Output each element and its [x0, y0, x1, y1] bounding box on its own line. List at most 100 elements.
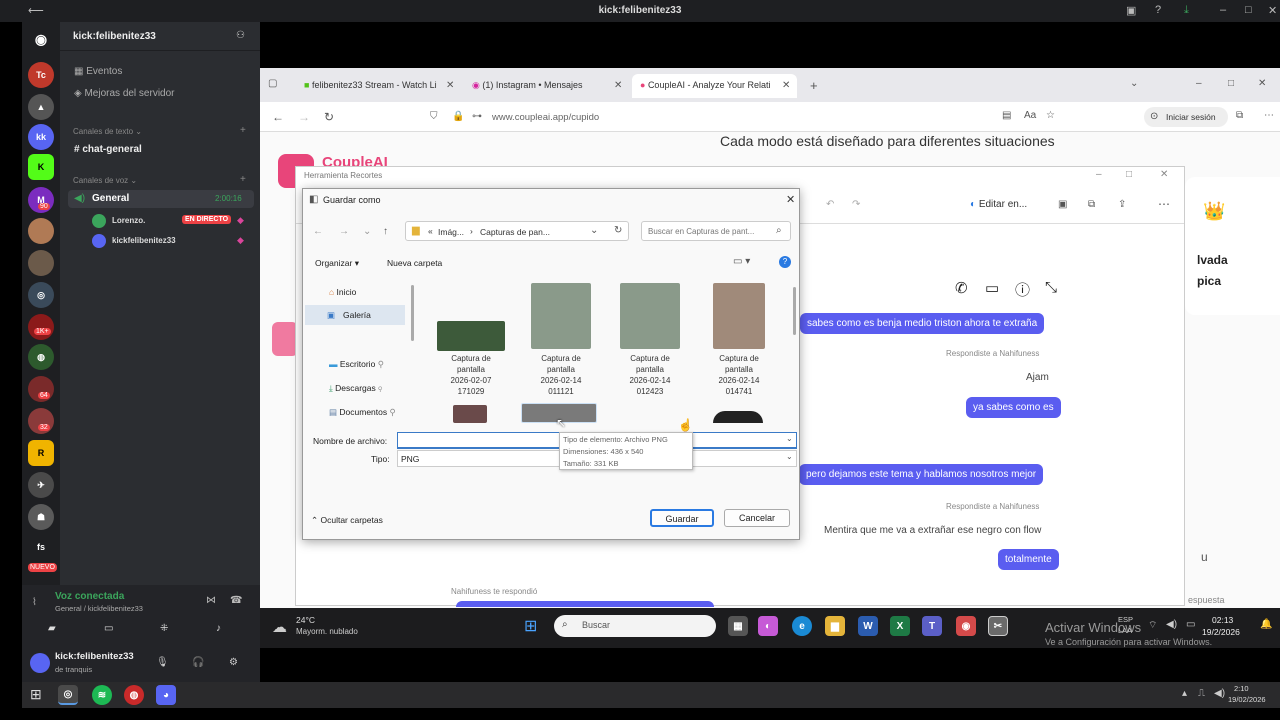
- word-icon[interactable]: W: [858, 616, 878, 636]
- kick-server-icon[interactable]: K: [28, 154, 54, 180]
- app-icon[interactable]: ◍: [124, 685, 144, 705]
- file-thumbnail[interactable]: [531, 283, 591, 349]
- events-item[interactable]: ▦ Eventos: [74, 66, 122, 77]
- maximize-icon[interactable]: □: [1126, 169, 1132, 180]
- breadcrumb-item[interactable]: Capturas de pan...: [480, 227, 550, 237]
- url-input[interactable]: www.coupleai.app/cupido: [492, 112, 599, 123]
- discord-home-icon[interactable]: ◉: [28, 26, 54, 52]
- weather-icon[interactable]: ☁: [272, 618, 287, 636]
- close-icon[interactable]: ✕: [1160, 169, 1168, 180]
- server-icon[interactable]: Tc: [28, 62, 54, 88]
- forward-icon[interactable]: →: [298, 110, 310, 124]
- volume-icon[interactable]: ◀): [1166, 619, 1177, 630]
- nav-scrollbar[interactable]: [411, 285, 414, 341]
- snipping-tool-icon[interactable]: ✂: [988, 616, 1008, 636]
- file-thumbnail[interactable]: [713, 283, 765, 349]
- search-input[interactable]: Buscar en Capturas de pant... ⌕: [641, 221, 791, 241]
- share-icon[interactable]: ⇪: [1118, 199, 1126, 210]
- close-icon[interactable]: ✕: [1268, 4, 1277, 17]
- add-channel-icon[interactable]: +: [240, 174, 246, 185]
- voice-user[interactable]: Lorenzo. EN DIRECTO ◆: [92, 214, 252, 230]
- edit-in-button[interactable]: ◐ Editar en...: [970, 199, 1027, 210]
- forward-icon[interactable]: →: [339, 226, 349, 237]
- chevron-down-icon[interactable]: ⌄: [590, 225, 598, 236]
- spotify-icon[interactable]: ≋: [92, 685, 112, 705]
- excel-icon[interactable]: X: [890, 616, 910, 636]
- server-icon[interactable]: ▲: [28, 94, 54, 120]
- server-icon[interactable]: [28, 250, 54, 276]
- nav-item-escritorio[interactable]: ▬ Escritorio ⚲: [329, 359, 384, 370]
- minimize-icon[interactable]: –: [1196, 78, 1202, 89]
- view-options-icon[interactable]: ▭ ▾: [733, 256, 750, 267]
- favorite-star-icon[interactable]: ☆: [1046, 110, 1055, 121]
- boost-item[interactable]: ◈ Mejoras del servidor: [74, 88, 175, 99]
- server-icon[interactable]: ◍: [28, 344, 54, 370]
- maximize-icon[interactable]: □: [1245, 4, 1252, 16]
- close-tab-icon[interactable]: ✕: [446, 80, 454, 91]
- app-icon[interactable]: ◉: [956, 616, 976, 636]
- voice-channels-header[interactable]: Canales de voz ⌄: [73, 176, 137, 185]
- organize-menu[interactable]: Organizar ▾: [315, 258, 359, 269]
- language-indicator[interactable]: ESP: [1118, 615, 1133, 624]
- translate-icon[interactable]: Aa: [1024, 110, 1036, 121]
- nav-item-documentos[interactable]: ▤ Documentos ⚲: [329, 407, 396, 418]
- file-name[interactable]: Captura de pantalla 2026-02-14 012423: [610, 353, 690, 397]
- undo-icon[interactable]: ↶: [826, 199, 834, 210]
- voice-channel-general[interactable]: ◀) General 2:00:16: [68, 190, 254, 208]
- camera-off-icon[interactable]: ▰: [48, 623, 56, 634]
- task-view-icon[interactable]: ▦: [728, 616, 748, 636]
- tray-chevron-icon[interactable]: ▴: [1182, 688, 1187, 699]
- screen-share-icon[interactable]: ▭: [104, 623, 113, 634]
- close-icon[interactable]: ✕: [786, 193, 795, 206]
- start-icon[interactable]: ⊞: [524, 616, 542, 635]
- new-folder-button[interactable]: Nueva carpeta: [387, 258, 442, 268]
- settings-gear-icon[interactable]: ⚙: [229, 657, 238, 668]
- tab-list-icon[interactable]: ⌄: [1130, 78, 1138, 89]
- nav-item-descargas[interactable]: ⤓ Descargas ⚲: [329, 383, 382, 394]
- tab-kick[interactable]: ■ felibenitez33 Stream - Watch Li: [296, 74, 456, 98]
- minimize-icon[interactable]: –: [1220, 4, 1226, 16]
- back-icon[interactable]: ←: [272, 110, 284, 124]
- server-icon[interactable]: fs: [28, 534, 54, 560]
- site-info-icon[interactable]: ⊶: [472, 111, 482, 122]
- microphone-icon[interactable]: 🎙: [156, 657, 169, 668]
- server-icon[interactable]: ◎: [28, 282, 54, 308]
- breadcrumb-item[interactable]: Imág...: [438, 227, 464, 237]
- up-folder-icon[interactable]: ↑: [383, 226, 388, 237]
- more-icon[interactable]: ⋯: [1264, 110, 1274, 121]
- more-icon[interactable]: ⋯: [1158, 197, 1170, 211]
- file-thumbnail[interactable]: [713, 411, 763, 423]
- battery-icon[interactable]: ▭: [1186, 619, 1195, 630]
- breadcrumb[interactable]: ▆ « Imág... › Capturas de pan... ⌄ ↻: [405, 221, 629, 241]
- mode-card[interactable]: 👑 lvada pica: [1185, 177, 1280, 315]
- video-icon[interactable]: ▭: [985, 279, 999, 297]
- headphones-icon[interactable]: 🎧: [192, 657, 204, 668]
- extensions-icon[interactable]: ⧉: [1236, 110, 1243, 121]
- info-icon[interactable]: ⓘ: [1015, 279, 1030, 300]
- avatar[interactable]: [30, 653, 50, 673]
- close-tab-icon[interactable]: ✕: [782, 80, 790, 91]
- inbox-icon[interactable]: ▣: [1126, 4, 1136, 17]
- tab-instagram[interactable]: ◉ (1) Instagram • Mensajes: [464, 74, 624, 98]
- edge-icon[interactable]: e: [792, 616, 812, 636]
- add-channel-icon[interactable]: +: [240, 125, 246, 136]
- lock-icon[interactable]: 🔒: [452, 111, 464, 122]
- voice-user[interactable]: kickfelibenitez33 ◆: [92, 234, 252, 250]
- file-thumbnail[interactable]: [620, 283, 680, 349]
- server-icon[interactable]: ☗: [28, 504, 54, 530]
- file-name[interactable]: Captura de pantalla 2026-02-14 011121: [521, 353, 601, 397]
- soundboard-icon[interactable]: ♪: [216, 623, 221, 634]
- tab-coupleai[interactable]: ● CoupleAI - Analyze Your Relati: [632, 74, 797, 98]
- help-icon[interactable]: ?: [779, 256, 791, 268]
- server-name[interactable]: kick:felibenitez33: [73, 31, 156, 42]
- server-icon[interactable]: kk: [28, 124, 54, 150]
- file-thumbnail[interactable]: [437, 321, 505, 351]
- network-icon[interactable]: ⎍: [1198, 688, 1205, 699]
- volume-icon[interactable]: ◀): [1214, 688, 1225, 699]
- hide-folders-toggle[interactable]: ⌃ Ocultar carpetas: [311, 515, 383, 526]
- nav-item-inicio[interactable]: ⌂ Inicio: [329, 287, 356, 297]
- collapse-icon[interactable]: ⤡: [1045, 279, 1057, 296]
- wifi-icon[interactable]: ⌔: [1148, 619, 1157, 632]
- start-icon[interactable]: ⊞: [30, 686, 42, 703]
- maximize-icon[interactable]: □: [1228, 78, 1234, 89]
